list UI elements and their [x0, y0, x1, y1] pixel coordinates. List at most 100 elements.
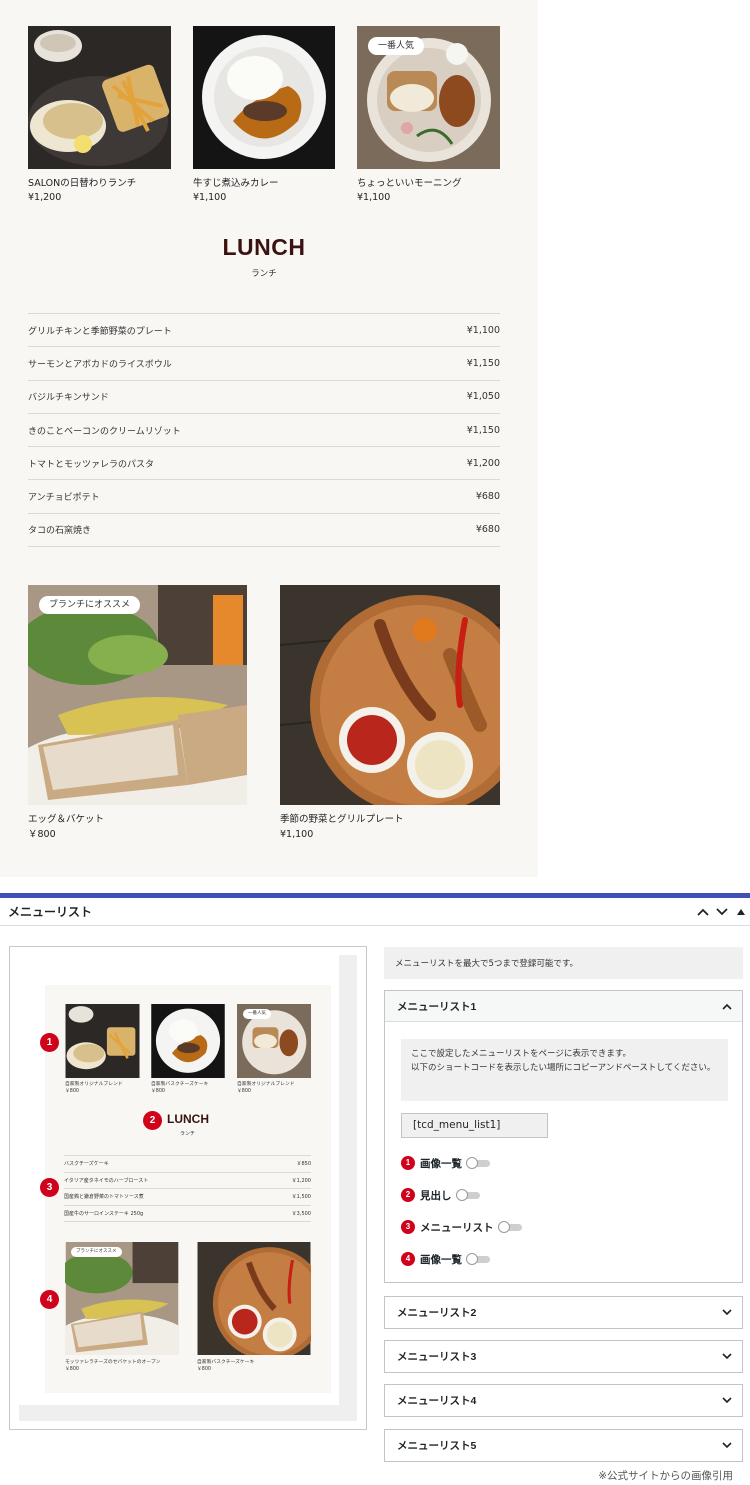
mini-menu-item-price: ￥1,500	[291, 1194, 311, 1201]
triangle-up-icon	[737, 909, 745, 915]
collapse-panel-button[interactable]	[735, 902, 747, 922]
toggle-label: 見出し	[420, 1189, 452, 1202]
marker-3: 3	[401, 1220, 415, 1234]
menu-item-name: きのことベーコンのクリームリゾット	[28, 426, 181, 437]
accordion-label: メニューリスト4	[397, 1395, 477, 1407]
accordion-header-5[interactable]: メニューリスト5	[385, 1430, 742, 1461]
accordion-menu-list-2: メニューリスト2	[384, 1296, 743, 1329]
menu-item-price: ¥1,100	[466, 324, 500, 336]
menu-item-name: グリルチキンと季節野菜のプレート	[28, 326, 172, 337]
accordion-label: メニューリスト2	[397, 1307, 477, 1319]
food-photo-bread	[28, 585, 247, 805]
mini-item-name: 自家製バスクチーズケーキ	[151, 1082, 209, 1087]
mini-menu-item-name: 国産鶏と鎌倉野菜のトマトソース煮	[64, 1194, 144, 1201]
menu-row: きのことベーコンのクリームリゾット ¥1,150	[28, 414, 500, 448]
mini-menu-item-price: ￥1,200	[291, 1177, 311, 1184]
mini-menu-item-price: ￥3,500	[291, 1210, 311, 1217]
shortcode-field[interactable]: [tcd_menu_list1]	[401, 1113, 548, 1138]
brunch-badge: ブランチにオススメ	[39, 596, 141, 614]
marker-1: 1	[401, 1156, 415, 1170]
mini-menu-row: バスクチーズケーキ ￥850	[64, 1156, 311, 1173]
marker-4: 4	[401, 1252, 415, 1266]
mini-item-price: ￥800	[65, 1367, 79, 1372]
accordion-menu-list-1: メニューリスト1 ここで設定したメニューリストをページに表示できます。 以下のシ…	[384, 990, 743, 1283]
mini-photo-bread	[65, 1242, 179, 1355]
toggle-switch[interactable]	[455, 1189, 480, 1201]
chevron-up-icon	[722, 1003, 732, 1010]
accordion-header-3[interactable]: メニューリスト3	[385, 1341, 742, 1372]
toggle-label: 画像一覧	[420, 1253, 462, 1266]
food-photo-grill-plate	[280, 585, 500, 805]
menu-item-name: トマトとモッツァレラのパスタ	[28, 459, 155, 470]
section-heading: LUNCH	[222, 234, 306, 260]
toggle-switch[interactable]	[497, 1221, 522, 1233]
mini-popular-badge: 一番人気	[243, 1009, 271, 1019]
toggle-switch[interactable]	[466, 1253, 490, 1265]
mini-item-name: 自家製オリジナルブレンド	[65, 1082, 123, 1087]
menu-item-price: ¥1,150	[466, 357, 500, 369]
food-photo-fish-and-chips	[28, 26, 171, 169]
menu-item-price: ¥680	[475, 491, 500, 503]
item-name: ちょっといいモーニング	[357, 178, 462, 189]
marker-3: 3	[40, 1178, 59, 1197]
mini-item-price: ￥800	[151, 1089, 165, 1094]
menu-item-price: ¥1,200	[466, 457, 500, 469]
mini-menu-item-price: ￥850	[296, 1161, 311, 1168]
panel-title: メニューリスト	[8, 905, 93, 919]
mini-item-name: 自家製オリジナルブレンド	[237, 1082, 295, 1087]
mini-photo-fish-and-chips	[65, 1004, 140, 1078]
toggle-label: 画像一覧	[420, 1157, 462, 1170]
toggle-switch[interactable]	[466, 1157, 490, 1169]
menu-item-price: ¥1,150	[466, 424, 500, 436]
menu-row: バジルチキンサンド ¥1,050	[28, 381, 500, 414]
image-source-note: ※公式サイトからの画像引用	[598, 1470, 733, 1482]
marker-2: 2	[401, 1188, 415, 1202]
menu-row: アンチョビポテト ¥680	[28, 480, 500, 514]
menu-row: トマトとモッツァレラのパスタ ¥1,200	[28, 447, 500, 481]
mini-menu-list: バスクチーズケーキ ￥850 イタリア産タネイモのハーブロースト ￥1,200 国産…	[64, 1155, 311, 1222]
info-notice: メニューリストを最大で5つまで登録可能です。	[384, 947, 743, 979]
mini-menu-item-name: バスクチーズケーキ	[64, 1161, 109, 1168]
chevron-down-icon	[722, 1353, 732, 1360]
mini-item-name: モッツァレラチーズのせバケットのオーブン	[65, 1360, 161, 1365]
accordion-menu-list-3: メニューリスト3	[384, 1340, 743, 1373]
menu-item-price: ¥1,050	[466, 391, 500, 403]
menu-item-name: サーモンとアボカドのライスボウル	[28, 359, 172, 370]
toggle-row-image-list: 1 画像一覧	[401, 1155, 490, 1171]
item-name: SALONの日替わりランチ	[28, 178, 137, 189]
menu-list: グリルチキンと季節野菜のプレート ¥1,100 サーモンとアボカドのライスボウル ¥…	[28, 313, 500, 548]
mini-item-price: ￥800	[237, 1089, 251, 1094]
chevron-up-icon	[697, 908, 709, 916]
item-price: ￥800	[28, 829, 56, 840]
marker-4: 4	[40, 1290, 59, 1309]
mini-menu-row: 国産牛のサーロインステーキ 250g ￥3,500	[64, 1206, 311, 1222]
chevron-down-icon	[716, 908, 728, 916]
menu-item-name: バジルチキンサンド	[28, 393, 109, 404]
accordion-header-1[interactable]: メニューリスト1	[385, 991, 742, 1022]
chevron-down-icon	[722, 1397, 732, 1404]
menu-item-price: ¥680	[475, 524, 500, 536]
item-price: ¥1,100	[193, 192, 227, 203]
menu-row: サーモンとアボカドのライスボウル ¥1,150	[28, 347, 500, 381]
accordion-label: メニューリスト1	[397, 1000, 477, 1013]
item-price: ¥1,100	[357, 192, 391, 203]
popular-badge: 一番人気	[368, 37, 425, 55]
chevron-down-icon	[722, 1309, 732, 1316]
toggle-row-menu-list: 3 メニューリスト	[401, 1219, 522, 1235]
shortcode-note: ここで設定したメニューリストをページに表示できます。 以下のショートコードを表示…	[401, 1039, 728, 1101]
mini-brunch-badge: ブランチにオススメ	[71, 1247, 122, 1257]
accordion-header-2[interactable]: メニューリスト2	[385, 1297, 742, 1328]
item-name: 季節の野菜とグリルプレート	[280, 814, 404, 825]
move-down-button[interactable]	[713, 902, 731, 922]
mini-photo-grill-plate	[197, 1242, 311, 1355]
note-line: 以下のショートコードを表示したい場所にコピーアンドペーストしてください。	[411, 1063, 716, 1073]
toggle-label: メニューリスト	[420, 1221, 494, 1234]
mini-item-price: ￥800	[197, 1367, 211, 1372]
mini-menu-row: 国産鶏と鎌倉野菜のトマトソース煮 ￥1,500	[64, 1189, 311, 1206]
toggle-row-heading: 2 見出し	[401, 1187, 480, 1203]
move-up-button[interactable]	[694, 902, 712, 922]
accordion-label: メニューリスト5	[397, 1440, 477, 1452]
toggle-row-image-list-2: 4 画像一覧	[401, 1251, 490, 1267]
mini-item-price: ￥800	[65, 1089, 79, 1094]
accordion-header-4[interactable]: メニューリスト4	[385, 1385, 742, 1416]
